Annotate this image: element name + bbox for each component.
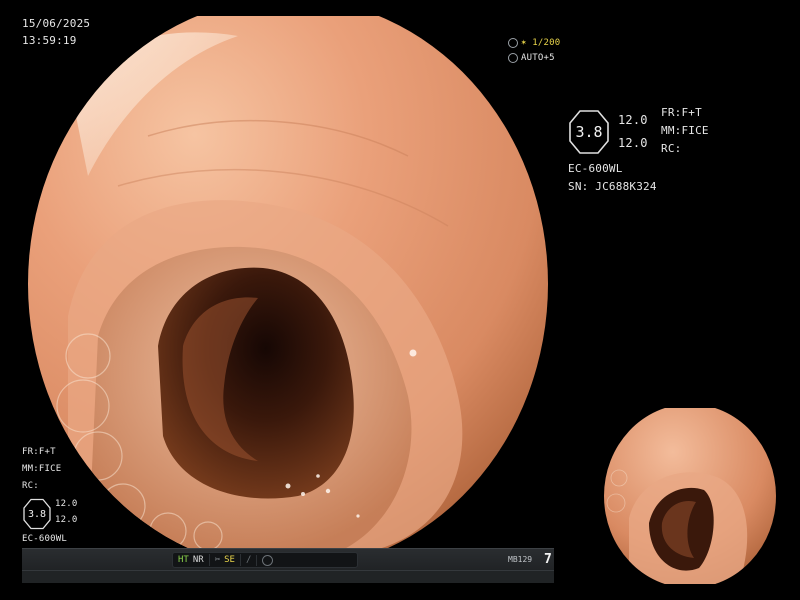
se-label: SE	[224, 555, 235, 565]
scope-model: EC-600WL	[568, 162, 623, 175]
left-scope-model: EC-600WL	[22, 534, 67, 544]
status-indicator-row: HT NR ✂ SE ∕	[172, 552, 358, 568]
zoom-hex-badge: 3.8	[568, 109, 610, 155]
ht-nr-indicator[interactable]: HT NR	[173, 554, 209, 566]
shutter-value: ✶ 1/200	[521, 38, 561, 48]
pen-icon: ∕	[245, 555, 252, 565]
circle-mode-indicator[interactable]	[256, 554, 278, 566]
circle-mode-icon	[262, 554, 274, 566]
nr-label: NR	[192, 555, 204, 565]
serial-number: SN: JC688K324	[568, 180, 657, 193]
shutter-indicator: ✶ 1/200	[508, 36, 560, 50]
fr-label: FR:F+T	[661, 106, 702, 119]
left-zoom-hex-badge: 3.8	[22, 498, 52, 530]
mm-label: MM:FICE	[661, 124, 709, 137]
value-top: 12.0	[618, 113, 648, 127]
left-fr-label: FR:F+T	[22, 447, 56, 457]
time-label: 13:59:19	[22, 34, 77, 47]
auto-exposure-value: AUTO+5	[521, 53, 555, 63]
left-rc-label: RC:	[22, 481, 39, 491]
left-value-top: 12.0	[55, 499, 78, 509]
auto-exposure-icon	[508, 53, 518, 63]
left-hex-value: 3.8	[27, 508, 47, 520]
date-label: 15/06/2025	[22, 17, 91, 30]
auto-exposure-indicator: AUTO+5	[508, 51, 555, 65]
endoscope-main-view	[28, 16, 548, 556]
se-indicator[interactable]: ✂ SE	[208, 554, 240, 566]
status-code: MB129	[508, 555, 533, 564]
hex-value: 3.8	[575, 123, 603, 141]
camera-aperture-icon	[508, 38, 518, 48]
rc-label: RC:	[661, 142, 682, 155]
status-bar: HT NR ✂ SE ∕ MB129 7	[22, 548, 554, 583]
endoscope-pip-view	[604, 408, 776, 584]
pen-indicator[interactable]: ∕	[239, 554, 256, 566]
status-number: 7	[544, 552, 552, 567]
left-mm-label: MM:FICE	[22, 464, 62, 474]
status-bar-lower	[22, 570, 554, 583]
scissors-icon: ✂	[214, 555, 221, 565]
ht-label: HT	[178, 555, 189, 565]
left-value-bottom: 12.0	[55, 515, 78, 525]
value-bottom: 12.0	[618, 136, 648, 150]
